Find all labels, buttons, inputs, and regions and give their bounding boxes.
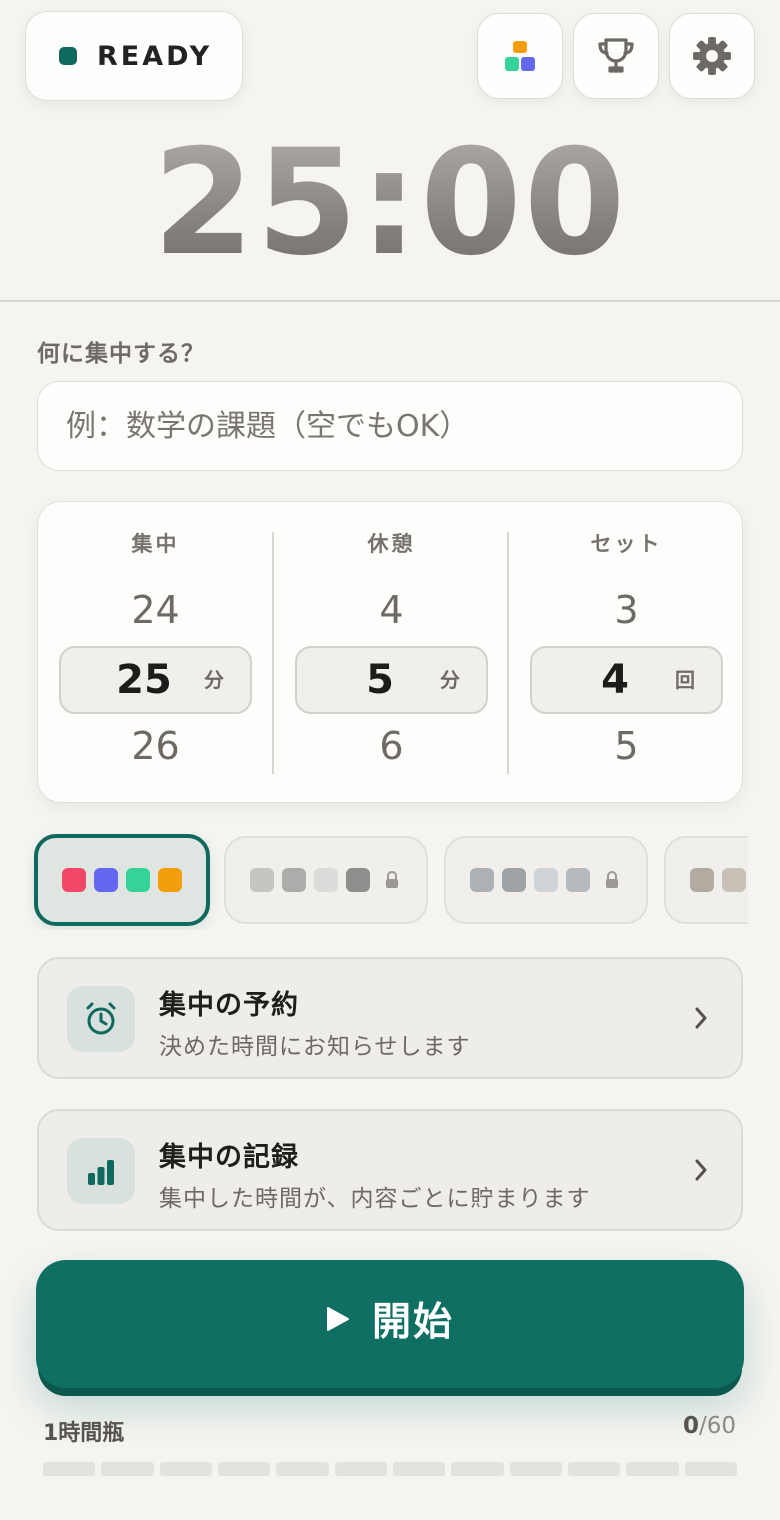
jar-segment — [626, 1462, 679, 1476]
color-swatch — [690, 868, 714, 892]
row-subtitle: 決めた時間にお知らせします — [159, 1034, 471, 1060]
theme-chip-default[interactable] — [34, 834, 210, 926]
jar-current: 0 — [682, 1413, 699, 1439]
picker-unit: 分 — [204, 668, 224, 692]
settings-button[interactable] — [669, 13, 755, 99]
picker-selected-value: 5 — [366, 657, 394, 703]
color-swatch — [534, 868, 558, 892]
row-icon-bg — [67, 1138, 135, 1204]
start-button[interactable]: 開始 — [36, 1260, 744, 1388]
theme-selector — [0, 830, 748, 930]
break-minutes-picker[interactable]: 休憩 4 5 分 6 — [274, 502, 509, 804]
sets-picker[interactable]: セット 3 4 回 5 — [509, 502, 744, 804]
color-swatch — [346, 868, 370, 892]
picker-selected-value: 25 — [116, 657, 172, 703]
trophy-button[interactable] — [573, 13, 659, 99]
picker-selected-value: 4 — [601, 657, 629, 703]
picker-prev-value[interactable]: 3 — [509, 588, 744, 632]
picker-prev-value[interactable]: 4 — [274, 588, 509, 632]
focus-input[interactable] — [37, 381, 743, 471]
jar-segment — [217, 1462, 271, 1476]
color-swatch — [566, 868, 590, 892]
theme-chip-earth[interactable] — [664, 836, 748, 924]
jar-segment — [43, 1462, 96, 1476]
color-swatch — [282, 868, 306, 892]
jar-segment — [159, 1462, 212, 1476]
row-icon-bg — [67, 986, 135, 1052]
jar-segment — [276, 1462, 329, 1476]
picker-header: 休憩 — [367, 532, 416, 556]
status-pill: READY — [25, 11, 243, 101]
jar-progress-bar — [43, 1462, 737, 1476]
jar-segment — [451, 1462, 504, 1476]
picker-prev-value[interactable]: 24 — [38, 588, 273, 632]
duration-picker: 集中 24 25 分 26 休憩 4 5 分 6 セット 3 4 回 5 — [37, 501, 743, 803]
start-button-label: 開始 — [371, 1300, 454, 1345]
focus-history-row[interactable]: 集中の記録 集中した時間が、内容ごとに貯まります — [37, 1109, 743, 1231]
status-label: READY — [97, 40, 213, 72]
chevron-right-icon — [695, 1007, 707, 1029]
color-swatch — [250, 868, 274, 892]
jar-segment — [567, 1462, 621, 1476]
alarm-clock-icon — [86, 1002, 116, 1035]
color-swatch — [722, 868, 746, 892]
timer-display: 25:00 — [0, 118, 780, 288]
picker-next-value[interactable]: 6 — [274, 724, 509, 768]
color-swatch — [470, 868, 494, 892]
picker-header: セット — [590, 532, 663, 556]
trophy-icon — [598, 38, 634, 73]
picker-selected[interactable]: 4 回 — [530, 646, 723, 714]
picker-unit: 回 — [675, 668, 695, 692]
status-dot — [59, 47, 77, 65]
play-icon — [326, 1307, 349, 1331]
picker-selected[interactable]: 25 分 — [59, 646, 252, 714]
jar-segment — [334, 1462, 387, 1476]
focus-label: 何に集中する？ — [37, 341, 205, 367]
lock-icon — [606, 871, 618, 888]
picker-unit: 分 — [440, 668, 460, 692]
color-swatch — [94, 868, 118, 892]
jar-segment — [392, 1462, 446, 1476]
row-title: 集中の記録 — [159, 1142, 299, 1173]
themes-icon — [505, 41, 535, 71]
color-swatch — [314, 868, 338, 892]
picker-next-value[interactable]: 26 — [38, 724, 273, 768]
color-swatch — [502, 868, 526, 892]
jar-segment — [101, 1462, 154, 1476]
bar-chart-icon — [88, 1160, 114, 1185]
row-subtitle: 集中した時間が、内容ごとに貯まります — [159, 1186, 591, 1212]
schedule-focus-row[interactable]: 集中の予約 決めた時間にお知らせします — [37, 957, 743, 1079]
color-swatch — [62, 868, 86, 892]
color-swatch — [158, 868, 182, 892]
gear-icon — [693, 37, 731, 75]
themes-button[interactable] — [477, 13, 563, 99]
theme-chip-slate[interactable] — [444, 836, 648, 924]
picker-selected[interactable]: 5 分 — [295, 646, 488, 714]
jar-label: 1時間瓶 — [43, 1421, 125, 1446]
jar-segment — [509, 1462, 562, 1476]
lock-icon — [386, 871, 398, 888]
picker-next-value[interactable]: 5 — [509, 724, 744, 768]
color-swatch — [126, 868, 150, 892]
focus-minutes-picker[interactable]: 集中 24 25 分 26 — [38, 502, 273, 804]
jar-segment — [684, 1462, 737, 1476]
jar-total: /60 — [698, 1413, 736, 1439]
picker-header: 集中 — [131, 532, 180, 556]
row-title: 集中の予約 — [159, 990, 299, 1021]
chevron-right-icon — [695, 1159, 707, 1181]
jar-count: 0/60 — [683, 1413, 736, 1439]
divider — [0, 300, 780, 302]
theme-chip-gray[interactable] — [224, 836, 428, 924]
